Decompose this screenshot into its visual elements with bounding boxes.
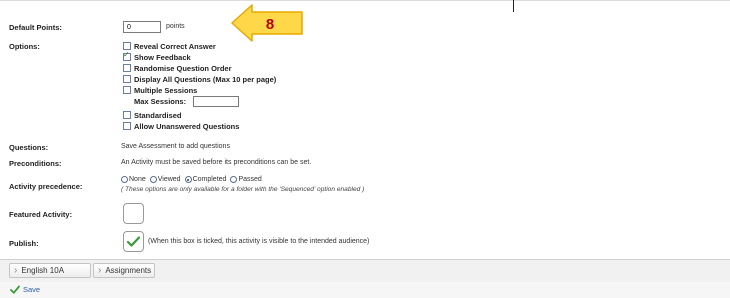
option-allow-unanswered[interactable]: Allow Unanswered Questions [123, 121, 239, 131]
option-label: Multiple Sessions [134, 85, 198, 95]
default-points-input[interactable] [123, 21, 161, 33]
publish-label: Publish: [9, 239, 39, 248]
checkbox[interactable] [123, 75, 131, 83]
checkbox[interactable] [123, 111, 131, 119]
option-multiple-sessions[interactable]: Multiple Sessions [123, 85, 197, 95]
callout-number: 8 [266, 16, 274, 33]
option-label: Randomise Question Order [134, 63, 232, 73]
option-display-all-questions[interactable]: Display All Questions (Max 10 per page) [123, 74, 276, 84]
option-show-feedback[interactable]: Show Feedback [123, 50, 191, 62]
points-unit-label: points [166, 23, 185, 30]
save-button[interactable]: Save [10, 285, 40, 294]
featured-activity-label: Featured Activity: [9, 210, 73, 219]
radio-completed[interactable] [184, 176, 192, 183]
radio-label-passed: Passed [238, 176, 262, 183]
max-sessions-input[interactable] [193, 96, 239, 107]
questions-text: Save Assessment to add questions [121, 143, 230, 150]
option-label: Allow Unanswered Questions [134, 121, 240, 131]
radio-none[interactable] [121, 176, 128, 183]
breadcrumb-label: English 10A [21, 266, 65, 275]
option-label: Display All Questions (Max 10 per page) [134, 74, 277, 84]
checkbox[interactable] [123, 122, 131, 130]
preconditions-label: Preconditions: [9, 159, 62, 168]
option-label: Show Feedback [134, 52, 191, 62]
breadcrumb-item-assignments[interactable]: › Assignments [93, 263, 155, 278]
option-reveal-correct-answer[interactable]: Reveal Correct Answer [123, 41, 216, 51]
chevron-right-icon: › [14, 265, 18, 276]
radio-viewed[interactable] [149, 176, 157, 183]
checkbox[interactable] [123, 42, 131, 50]
top-divider [0, 0, 730, 1]
preconditions-text: An Activity must be saved before its pre… [121, 159, 312, 166]
callout-arrow-badge: 8 [231, 4, 303, 42]
precedence-radio-group: None Viewed Completed Passed [121, 176, 266, 183]
publish-toggle[interactable] [123, 231, 144, 252]
save-bar [0, 282, 730, 298]
radio-label-none: None [129, 176, 146, 183]
breadcrumb-label: Assignments [105, 266, 152, 275]
breadcrumb-item-english[interactable]: › English 10A [9, 263, 91, 278]
featured-activity-toggle[interactable] [123, 203, 144, 224]
check-icon [10, 285, 20, 294]
save-label: Save [23, 285, 41, 294]
radio-label-viewed: Viewed [157, 176, 181, 183]
check-icon [127, 236, 140, 247]
option-randomise-order[interactable]: Randomise Question Order [123, 63, 232, 73]
max-sessions-label: Max Sessions: [134, 97, 187, 106]
checkbox[interactable] [123, 86, 131, 94]
radio-label-completed: Completed [192, 176, 227, 183]
option-label: Standardised [134, 110, 182, 120]
option-standardised[interactable]: Standardised [123, 110, 182, 120]
options-label: Options: [9, 42, 40, 51]
publish-help-text: (When this box is ticked, this activity … [148, 238, 370, 245]
option-label: Reveal Correct Answer [134, 41, 216, 51]
checkbox[interactable] [123, 64, 131, 72]
chevron-right-icon: › [98, 265, 102, 276]
questions-label: Questions: [9, 143, 49, 152]
default-points-label: Default Points: [9, 23, 62, 32]
cursor-line [513, 0, 514, 12]
activity-precedence-label: Activity precedence: [9, 182, 83, 191]
checkbox-checked[interactable] [123, 50, 131, 61]
radio-passed[interactable] [230, 176, 238, 183]
precedence-note: ( These options are only available for a… [121, 186, 365, 193]
